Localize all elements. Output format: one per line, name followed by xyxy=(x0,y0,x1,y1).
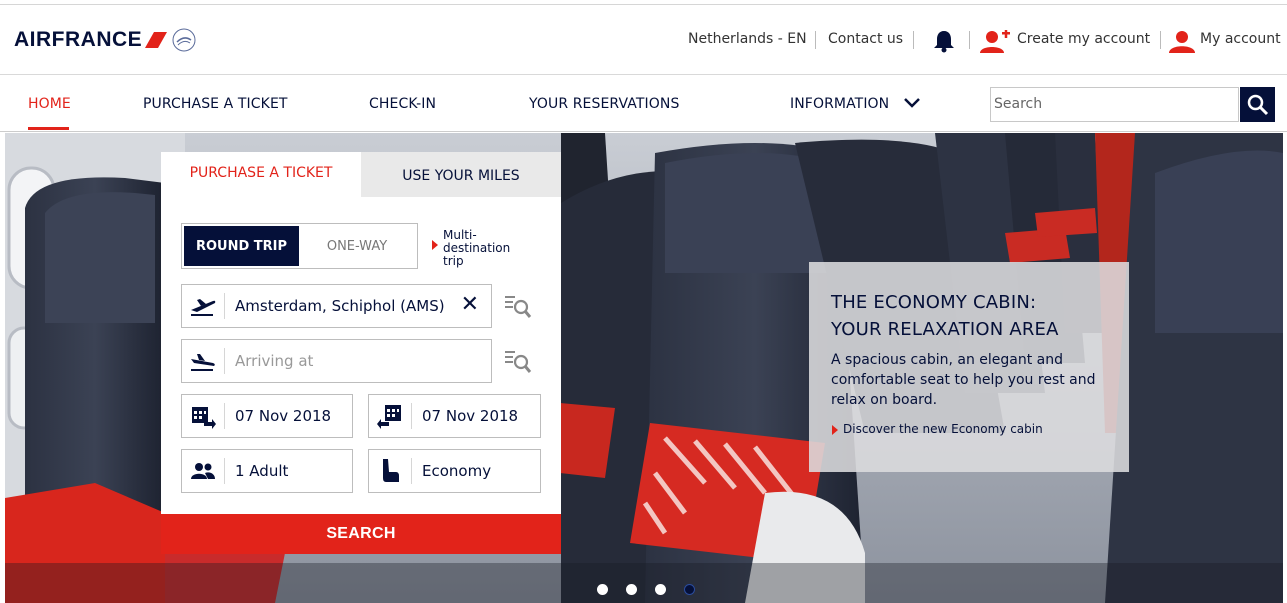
airfrance-logo[interactable]: AIRFRANCE xyxy=(14,27,197,53)
create-account-link[interactable]: Create my account xyxy=(1017,31,1150,47)
return-date-field[interactable]: 07 Nov 2018 xyxy=(368,394,541,438)
carousel-dot-active[interactable] xyxy=(684,584,695,595)
landing-icon xyxy=(182,340,224,382)
nav-item-purchase[interactable]: PURCHASE A TICKET xyxy=(143,96,288,112)
carousel-dot[interactable] xyxy=(655,584,666,595)
passengers-value: 1 Adult xyxy=(235,462,289,480)
utility-divider xyxy=(815,31,816,49)
departure-value: Amsterdam, Schiphol (AMS) xyxy=(235,297,445,315)
multi-destination-link[interactable]: Multi- destination trip xyxy=(443,229,523,268)
outbound-date-field[interactable]: 07 Nov 2018 xyxy=(181,394,353,438)
search-flights-button[interactable]: SEARCH xyxy=(161,514,561,554)
promo-link[interactable]: Discover the new Economy cabin xyxy=(843,422,1043,436)
my-account-link[interactable]: My account xyxy=(1200,31,1281,47)
search-airport-icon[interactable] xyxy=(504,293,532,321)
clear-icon[interactable]: ✕ xyxy=(461,294,479,316)
promo-title-line: THE ECONOMY CABIN: xyxy=(831,292,1037,313)
locale-selector[interactable]: Netherlands - EN xyxy=(688,31,807,47)
promo-description: A spacious cabin, an elegant and comfort… xyxy=(831,352,1096,408)
nav-item-home[interactable]: HOME xyxy=(28,96,71,112)
logo-wordmark: AIRFRANCE xyxy=(14,28,143,51)
utility-divider xyxy=(969,31,970,49)
promo-title: THE ECONOMY CABIN: YOUR RELAXATION AREA xyxy=(831,289,1059,343)
field-divider xyxy=(224,293,225,319)
calendar-return-icon xyxy=(369,395,411,437)
utility-divider xyxy=(1160,31,1161,49)
passengers-icon xyxy=(182,450,224,492)
field-divider xyxy=(224,403,225,429)
site-header: AIRFRANCE Netherlands - EN Contact us Cr… xyxy=(0,5,1287,75)
search-airport-icon[interactable] xyxy=(504,348,532,376)
nav-item-reservations[interactable]: YOUR RESERVATIONS xyxy=(529,96,679,112)
nav-active-indicator xyxy=(28,127,69,130)
tab-use-miles[interactable]: USE YOUR MILES xyxy=(361,152,561,197)
promo-title-line: YOUR RELAXATION AREA xyxy=(831,319,1059,340)
arrival-placeholder: Arriving at xyxy=(235,352,314,370)
departure-field[interactable]: Amsterdam, Schiphol (AMS) ✕ xyxy=(181,284,492,328)
field-divider xyxy=(224,348,225,374)
carousel-dot[interactable] xyxy=(626,584,637,595)
bell-icon[interactable] xyxy=(933,29,955,53)
chevron-down-icon[interactable] xyxy=(903,97,921,109)
utility-divider xyxy=(913,31,914,49)
field-divider xyxy=(411,458,412,484)
tab-purchase-ticket[interactable]: PURCHASE A TICKET xyxy=(161,152,361,197)
field-divider xyxy=(411,403,412,429)
skyteam-seal-icon xyxy=(172,28,196,52)
logo-stripe-icon xyxy=(145,32,168,48)
multi-destination-line: trip xyxy=(443,254,464,268)
search-icon xyxy=(1247,94,1268,115)
cabin-class-field[interactable]: Economy xyxy=(368,449,541,493)
cabin-class-value: Economy xyxy=(422,462,492,480)
add-user-icon xyxy=(980,30,1010,53)
search-button[interactable] xyxy=(1240,87,1275,122)
round-trip-button[interactable]: ROUND TRIP xyxy=(184,226,299,266)
one-way-button[interactable]: ONE-WAY xyxy=(299,226,415,266)
nav-item-information[interactable]: INFORMATION xyxy=(790,96,889,112)
seat-icon xyxy=(369,450,411,492)
field-divider xyxy=(224,458,225,484)
calendar-outbound-icon xyxy=(182,395,224,437)
caret-right-icon xyxy=(832,425,838,435)
user-icon xyxy=(1169,31,1195,53)
takeoff-icon xyxy=(182,285,224,327)
caret-right-icon xyxy=(432,240,438,250)
carousel-dot[interactable] xyxy=(597,584,608,595)
nav-item-checkin[interactable]: CHECK-IN xyxy=(369,96,436,112)
contact-us-link[interactable]: Contact us xyxy=(828,31,903,47)
search-input[interactable]: Search xyxy=(990,87,1239,122)
outbound-date-value: 07 Nov 2018 xyxy=(235,407,332,425)
passengers-field[interactable]: 1 Adult xyxy=(181,449,353,493)
arrival-field[interactable]: Arriving at xyxy=(181,339,492,383)
return-date-value: 07 Nov 2018 xyxy=(422,407,519,425)
